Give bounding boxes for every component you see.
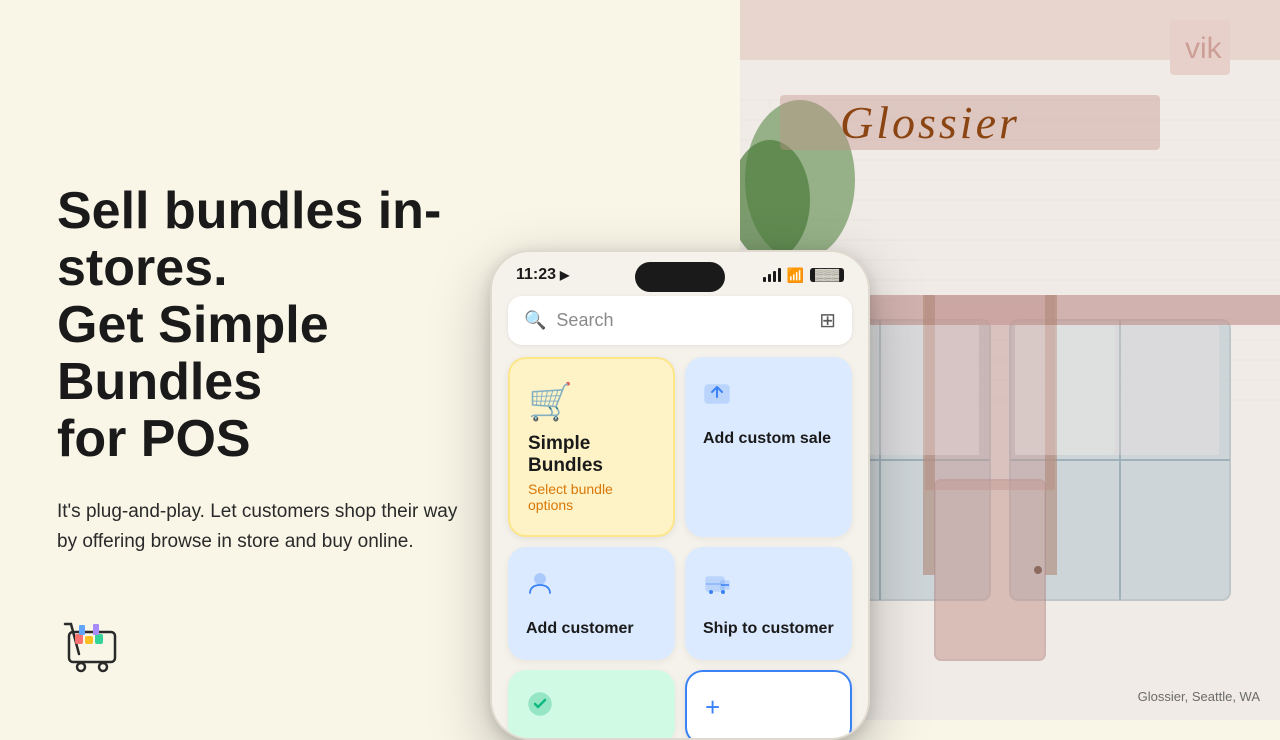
tile-add-custom-sale[interactable]: Add custom sale [685,357,852,537]
simple-bundles-icon: 🛒 [528,381,655,423]
dynamic-island [635,262,725,292]
search-input-label: Search [556,310,613,331]
svg-text:Glossier: Glossier [840,97,1020,148]
tile-ship-to-customer[interactable]: Ship to customer [685,547,852,660]
main-heading: Sell bundles in-stores. Get Simple Bundl… [57,183,537,469]
tiles-grid-bottom: + [492,670,868,740]
add-customer-icon [526,569,554,604]
search-left: 🔍 Search [524,310,613,331]
add-custom-sale-icon [703,379,731,414]
phone-mockup: 11:23 ▶ 📶 ▓▓▓ 🔍 Search ⊞ [490,250,870,740]
tiles-grid: 🛒 Simple Bundles Select bundle options A… [492,357,868,670]
battery-icon: ▓▓▓ [810,268,844,282]
phone-frame: 11:23 ▶ 📶 ▓▓▓ 🔍 Search ⊞ [490,250,870,740]
ship-to-customer-label: Ship to customer [703,620,834,638]
attribution: Glossier, Seattle, WA [1138,689,1260,704]
status-icons: 📶 ▓▓▓ [763,267,845,284]
bottom-cart-icon [57,610,127,680]
tile-green[interactable] [508,670,675,740]
simple-bundles-subtitle: Select bundle options [528,481,655,513]
add-customer-label: Add customer [526,620,634,638]
signal-bars-icon [763,268,781,282]
add-custom-sale-label: Add custom sale [703,430,831,448]
wifi-icon: 📶 [787,267,804,284]
search-bar[interactable]: 🔍 Search ⊞ [508,296,852,345]
navigation-icon: ▶ [560,268,569,282]
tile-plus[interactable]: + [685,670,852,740]
search-icon: 🔍 [524,310,546,331]
tile-simple-bundles[interactable]: 🛒 Simple Bundles Select bundle options [508,357,675,537]
tile-add-customer[interactable]: Add customer [508,547,675,660]
ship-to-customer-icon [703,569,731,604]
simple-bundles-title: Simple Bundles [528,433,655,477]
svg-text:vik: vik [1185,32,1223,65]
left-section: Sell bundles in-stores. Get Simple Bundl… [57,0,537,720]
status-time: 11:23 ▶ [516,266,569,284]
qr-icon[interactable]: ⊞ [819,308,836,333]
plus-icon: + [705,692,720,723]
sub-text: It's plug-and-play. Let customers shop t… [57,497,467,558]
